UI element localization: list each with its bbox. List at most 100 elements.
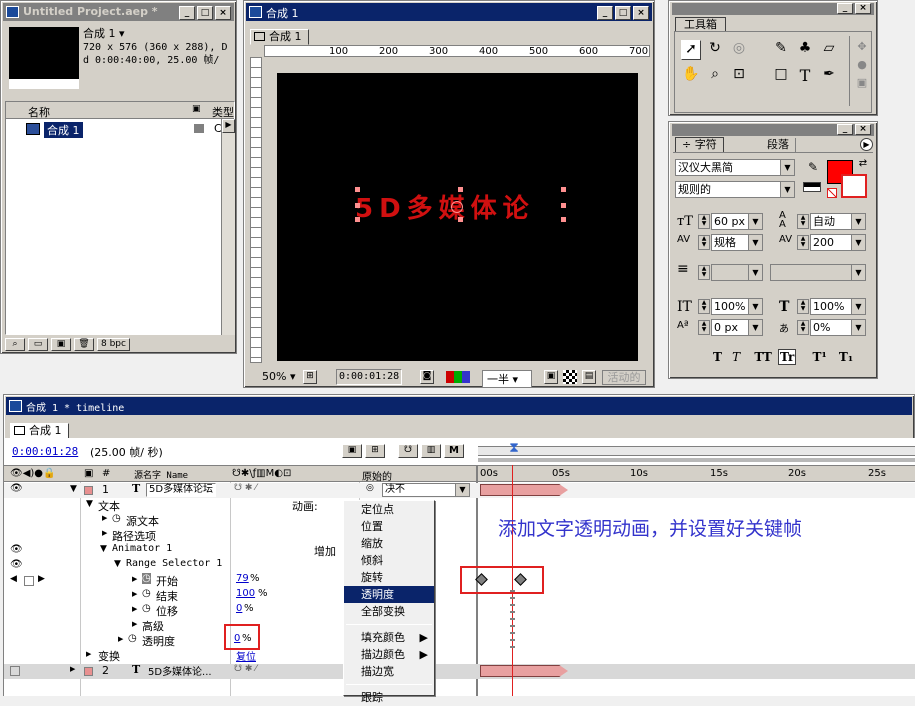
baseline-field[interactable]: 0 px ▼ (711, 319, 763, 336)
menu-item-anchor-point[interactable]: 定位点 (344, 501, 434, 518)
comp-maximize-button[interactable]: □ (615, 6, 631, 20)
orbit-tool-icon[interactable]: ◎ (729, 40, 749, 60)
col-source-name[interactable]: 源名字 Name (134, 468, 188, 481)
text-handle[interactable] (561, 217, 566, 222)
reset-link[interactable]: 复位 (236, 648, 256, 663)
project-title-bar[interactable]: Untitled Project.aep * _ □ × (3, 3, 234, 21)
menu-item-rotation[interactable]: 旋转 (344, 569, 434, 586)
pan-behind-tool-icon[interactable]: ⊡ (729, 66, 749, 86)
timeline-tab[interactable]: 合成 1 (10, 423, 69, 439)
layer-name[interactable]: 5D多媒体论... (148, 663, 212, 678)
tsume-spinner[interactable]: ▲ ▼ (797, 320, 809, 335)
layer-name[interactable]: 5D多媒体论坛 (146, 483, 217, 497)
toolbox-close-button[interactable]: × (855, 3, 871, 14)
prev-keyframe-icon[interactable]: ◀ (10, 574, 17, 584)
col-name[interactable]: 名称 (28, 104, 50, 120)
kerning-spinner[interactable]: ▲ ▼ (698, 235, 710, 250)
twirl-open-icon[interactable]: ▼ (86, 499, 93, 509)
shy-layers-icon[interactable]: ☋ (398, 444, 418, 458)
stopwatch-icon[interactable]: ◷ (142, 588, 151, 599)
stroke-order-select[interactable]: ▼ (770, 264, 866, 281)
baseline-spinner[interactable]: ▲ ▼ (698, 320, 710, 335)
toolbox-minimize-button[interactable]: _ (837, 3, 853, 14)
folder-icon[interactable]: ▭ (28, 338, 48, 351)
video-eye-icon[interactable]: 👁 (10, 544, 23, 555)
no-fill-swatch[interactable] (827, 188, 837, 198)
bpc-button[interactable]: 8 bpc (97, 338, 130, 351)
small-caps-button[interactable]: Tr (777, 349, 797, 365)
text-handle[interactable] (355, 187, 360, 192)
trash-icon[interactable]: 🗑 (74, 338, 94, 351)
video-switch[interactable] (10, 666, 20, 676)
superscript-button[interactable]: T¹ (813, 350, 827, 364)
font-size-spinner[interactable]: ▲ ▼ (698, 214, 710, 229)
transparency-grid-icon[interactable] (563, 370, 577, 384)
mask-tool-icon[interactable]: □ (771, 66, 791, 86)
type-tool-icon[interactable]: T (795, 66, 815, 86)
text-handle[interactable] (561, 187, 566, 192)
faux-italic-button[interactable]: T (732, 350, 740, 364)
twirl-closed-icon[interactable]: ▶ (102, 529, 107, 537)
comp-title-bar[interactable]: 合成 1 _ □ × (246, 3, 652, 21)
time-navigator[interactable] (478, 446, 915, 456)
comp-minimize-button[interactable]: _ (597, 6, 613, 20)
twirl-closed-icon[interactable]: ▶ (86, 650, 91, 658)
video-eye-icon[interactable]: 👁 (10, 559, 23, 570)
text-handle[interactable] (458, 187, 463, 192)
timeline-timecode[interactable]: 0:00:01:28 (12, 445, 78, 458)
stroke-color-swatch[interactable] (841, 174, 867, 198)
comp-tab[interactable]: 合成 1 (250, 29, 309, 45)
layer-label-swatch[interactable] (84, 486, 93, 495)
safe-zones-icon[interactable]: ⊞ (303, 370, 317, 384)
stopwatch-icon[interactable]: ◷ (142, 603, 151, 614)
menu-item-fill-color[interactable]: 填充颜色 ▶ (344, 629, 434, 646)
text-handle[interactable] (355, 217, 360, 222)
menu-item-tracking[interactable]: 跟踪 (344, 689, 434, 706)
text-handle[interactable] (561, 203, 566, 208)
layer-switches[interactable]: ☋ ✱ ⁄ (234, 483, 257, 493)
horizontal-scale-field[interactable]: 100% ▼ (810, 298, 866, 315)
layer-duration-bar[interactable] (480, 484, 568, 496)
twirl-closed-icon[interactable]: ▶ (70, 665, 75, 673)
twirl-closed-icon[interactable]: ▶ (132, 605, 137, 613)
tracking-spinner[interactable]: ▲ ▼ (797, 235, 809, 250)
tab-character[interactable]: ÷ 字符 (675, 137, 724, 152)
anchor-point-icon[interactable] (451, 201, 463, 213)
camera-view-icon[interactable]: ▤ (582, 370, 596, 384)
font-size-field[interactable]: 60 px ▼ (711, 213, 763, 230)
flowchart-icon[interactable]: ⊞ (365, 444, 385, 458)
snapshot-icon[interactable]: ◙ (420, 370, 434, 384)
twirl-open-icon[interactable]: ▼ (100, 544, 107, 554)
layer-label-swatch[interactable] (84, 667, 93, 676)
project-scrollbar[interactable]: ▶ (221, 119, 235, 335)
layer-row-1[interactable]: 👁 ▼ 1 T 5D多媒体论坛 ☋ ✱ ⁄ ◎ 决不 ▼ (4, 482, 915, 498)
layer-switches[interactable]: ☋ ✱ ⁄ (234, 664, 257, 674)
twirl-closed-icon[interactable]: ▶ (132, 620, 137, 628)
clone-stamp-tool-icon[interactable]: ♣ (795, 40, 815, 60)
frame-blend-icon[interactable]: ▥ (421, 444, 441, 458)
canvas-text[interactable]: 5D多媒体论 (355, 188, 535, 225)
video-eye-icon[interactable]: 👁 (10, 483, 23, 494)
axis-tool-icon[interactable]: ✥ (855, 40, 869, 54)
tab-paragraph[interactable]: 段落 (761, 138, 796, 152)
kerning-field[interactable]: 规格 ▼ (711, 234, 763, 251)
timeline-title-bar[interactable]: 合成 1 * timeline (6, 397, 912, 415)
world-axis-icon[interactable]: ● (855, 58, 869, 72)
menu-item-opacity[interactable]: 透明度 (344, 586, 434, 603)
comp-close-button[interactable]: × (633, 6, 649, 20)
stroke-width-field[interactable]: ▼ (711, 264, 763, 281)
current-time-indicator-icon[interactable]: ⧗ (507, 440, 521, 466)
resolution-select[interactable]: 一半 ▾ (482, 370, 532, 388)
next-keyframe-icon[interactable]: ▶ (38, 574, 45, 584)
char-minimize-button[interactable]: _ (837, 124, 853, 135)
menu-item-scale[interactable]: 缩放 (344, 535, 434, 552)
parent-icon[interactable]: ◎ (366, 483, 374, 493)
leading-spinner[interactable]: ▲ ▼ (797, 214, 809, 229)
twirl-closed-icon[interactable]: ▶ (118, 635, 123, 643)
twirl-closed-icon[interactable]: ▶ (102, 514, 107, 522)
maximize-button[interactable]: □ (197, 6, 213, 20)
twirl-closed-icon[interactable]: ▶ (132, 575, 137, 583)
selection-tool-icon[interactable]: ➚ (681, 40, 701, 60)
vertical-scale-spinner[interactable]: ▲ ▼ (698, 299, 710, 314)
panel-menu-icon[interactable]: ▶ (860, 138, 873, 151)
